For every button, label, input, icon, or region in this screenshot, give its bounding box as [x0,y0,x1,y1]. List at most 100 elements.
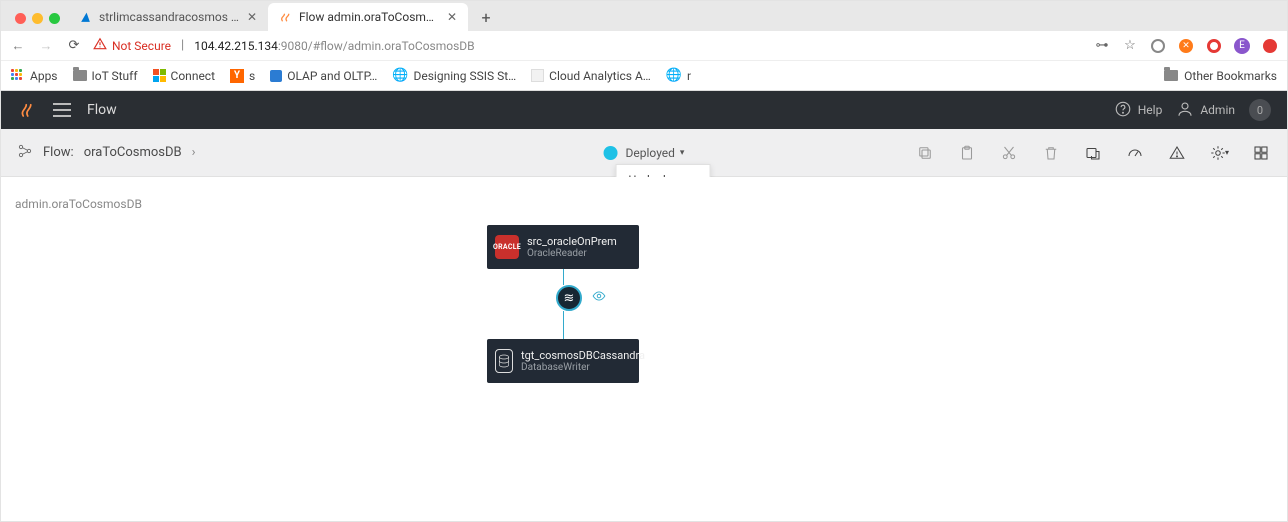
blue-square-icon [270,70,282,82]
bookmark-label: s [249,69,255,83]
ext-orange-icon[interactable] [1177,37,1195,55]
flow-diagram: ORACLE src_oracleOnPrem OracleReader ≋ [487,225,639,383]
url-separator: | [181,38,184,53]
help-button[interactable]: Help [1114,100,1163,121]
target-node[interactable]: tgt_cosmosDBCassandra DatabaseWriter [487,339,639,383]
bookmark-bar: Apps IoT Stuff Connect Y s OLAP and OLTP… [1,61,1287,91]
gear-icon[interactable]: ▾ [1209,143,1229,163]
trash-icon[interactable] [1041,143,1061,163]
deploy-status-button[interactable]: Deployed ▾ Undeploy App Start App [626,146,685,160]
bookmark-yc[interactable]: Y s [230,69,255,83]
user-icon [1176,100,1194,121]
azure-favicon-icon [78,10,92,24]
stream-node-icon[interactable]: ≋ [556,285,582,311]
bookmark-connect[interactable]: Connect [153,69,215,83]
paste-icon[interactable] [957,143,977,163]
window-close-icon[interactable] [15,13,26,24]
node-title: src_oracleOnPrem [527,235,617,248]
yc-icon: Y [230,69,244,83]
alert-icon[interactable] [1167,143,1187,163]
security-indicator[interactable]: Not Secure [93,37,171,54]
folder-icon [73,70,87,81]
striim-logo-icon[interactable] [17,100,37,120]
folder-icon [1164,70,1178,81]
chevron-right-icon: › [192,145,196,160]
apps-shortcut[interactable]: Apps [11,69,58,83]
insecure-label: Not Secure [112,39,171,53]
tab-strip: strlimcassandracosmos - Data ✕ Flow admi… [1,1,1287,31]
status-label: Deployed [626,146,675,160]
cut-icon[interactable] [999,143,1019,163]
status-dropdown-wrap: Deployed ▾ Undeploy App Start App [604,146,685,160]
bookmark-label: IoT Stuff [92,69,138,83]
microsoft-icon [153,69,166,82]
app-header: Flow Help Admin 0 [1,91,1287,129]
page-icon [531,69,544,82]
node-subtitle: OracleReader [527,248,617,259]
browser-window: strlimcassandracosmos - Data ✕ Flow admi… [0,0,1288,522]
ext-red-ring-icon[interactable] [1205,37,1223,55]
new-tab-button[interactable]: + [474,5,498,29]
browser-tab-data[interactable]: strlimcassandracosmos - Data ✕ [68,3,268,31]
oracle-icon: ORACLE [495,235,519,259]
menu-button[interactable] [53,103,71,117]
flow-canvas[interactable]: admin.oraToCosmosDB ORACLE src_oracleOnP… [1,177,1287,521]
copy-icon[interactable] [915,143,935,163]
notification-badge[interactable]: 0 [1249,99,1271,121]
gauge-icon[interactable] [1125,143,1145,163]
profile-avatar-icon[interactable]: E [1233,37,1251,55]
window-zoom-icon[interactable] [49,13,60,24]
admin-button[interactable]: Admin [1176,100,1235,121]
export-icon[interactable] [1083,143,1103,163]
preview-eye-icon[interactable] [590,289,608,307]
url-path: :9080/#flow/admin.oraToCosmosDB [278,39,475,53]
grid-view-icon[interactable] [1251,143,1271,163]
bookmark-olap-oltp[interactable]: OLAP and OLTP… [270,69,377,83]
ext-red-dot-icon[interactable] [1261,37,1279,55]
url-host: 104.42.215.134 [194,39,278,53]
ext-circle-icon[interactable] [1149,37,1167,55]
flow-toolbar: Flow: oraToCosmosDB › Deployed ▾ Undeplo… [1,129,1287,177]
globe-icon: 🌐 [666,68,682,83]
browser-tab-flow[interactable]: Flow admin.oraToCosmosDB ✕ [268,3,468,31]
flow-tree-icon [17,143,33,163]
bookmark-ssis[interactable]: 🌐 Designing SSIS St… [392,68,516,83]
bookmark-label: Designing SSIS St… [413,69,516,83]
forward-button[interactable]: → [37,38,55,54]
source-node[interactable]: ORACLE src_oracleOnPrem OracleReader [487,225,639,269]
bookmark-r[interactable]: 🌐 r [666,68,691,83]
addr-bar-right: ⊶ ☆ E [1093,37,1279,55]
bookmark-iot-stuff[interactable]: IoT Stuff [73,69,138,83]
bookmark-cloud-analytics[interactable]: Cloud Analytics A… [531,69,651,83]
other-bookmarks[interactable]: Other Bookmarks [1164,69,1277,83]
help-label: Help [1138,103,1163,117]
tab-close-icon[interactable]: ✕ [246,11,258,23]
bookmark-star-icon[interactable]: ☆ [1121,37,1139,55]
chevron-down-icon: ▾ [680,148,685,158]
bookmark-label: OLAP and OLTP… [287,69,377,83]
url-display[interactable]: 104.42.215.134:9080/#flow/admin.oraToCos… [194,39,474,53]
node-title: tgt_cosmosDBCassandra [521,349,645,362]
crumb-name: oraToCosmosDB [84,145,182,160]
address-bar: ← → ⟳ Not Secure | 104.42.215.134:9080/#… [1,31,1287,61]
bookmark-label: r [687,69,691,83]
help-icon [1114,100,1132,121]
admin-label: Admin [1200,103,1235,117]
page-title: Flow [87,102,117,118]
tab-close-icon[interactable]: ✕ [446,11,458,23]
reload-button[interactable]: ⟳ [65,38,83,53]
back-button[interactable]: ← [9,38,27,54]
apps-label: Apps [30,69,58,83]
breadcrumb[interactable]: Flow: oraToCosmosDB › [17,143,196,163]
crumb-prefix: Flow: [43,145,74,160]
bookmark-label: Cloud Analytics A… [549,69,651,83]
header-right: Help Admin 0 [1114,99,1271,121]
connector: ≋ [487,269,639,339]
window-minimize-icon[interactable] [32,13,43,24]
bookmark-label: Connect [171,69,215,83]
database-icon [495,349,513,373]
striim-favicon-icon [278,10,292,24]
key-icon[interactable]: ⊶ [1093,37,1111,55]
app-root: Flow Help Admin 0 Flow: oraToCosmosDB › [1,91,1287,521]
toolbar-actions: ▾ [915,143,1271,163]
